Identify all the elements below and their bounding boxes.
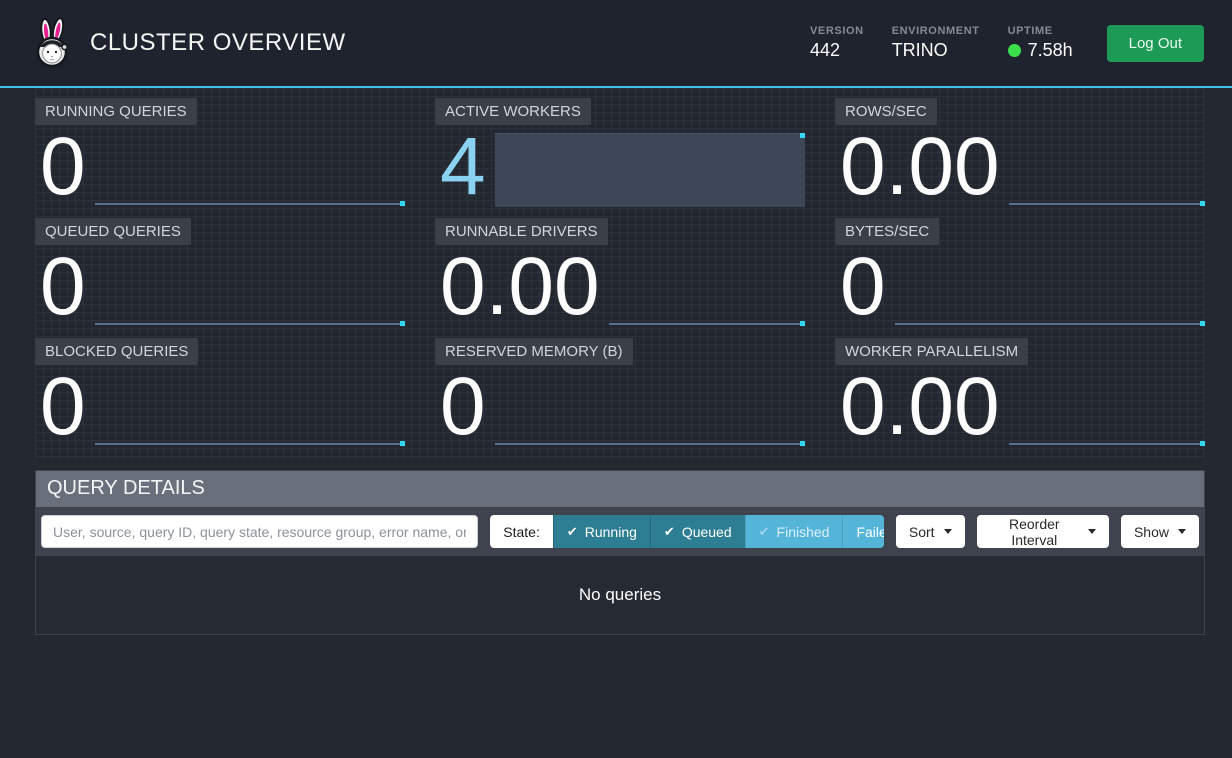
sparkline-line — [1009, 203, 1202, 205]
state-filter-finished[interactable]: ✔ Finished — [745, 515, 843, 548]
query-search-input[interactable] — [41, 515, 478, 548]
query-details-title: QUERY DETAILS — [36, 471, 1204, 507]
check-icon: ✔ — [664, 524, 675, 540]
trino-bunny-logo — [27, 17, 77, 69]
state-filter-label: State: — [490, 515, 553, 548]
uptime-status-dot-icon — [1008, 44, 1021, 57]
sparkline-line — [895, 323, 1202, 325]
show-dropdown-button[interactable]: Show — [1121, 515, 1199, 548]
metric-sparkline — [1009, 133, 1205, 207]
check-icon: ✔ — [759, 524, 770, 540]
query-list-empty-state: No queries — [36, 556, 1204, 634]
version-value: 442 — [810, 40, 864, 61]
page-title: CLUSTER OVERVIEW — [90, 29, 346, 57]
metric-value: 0 — [35, 128, 86, 207]
state-filter-group: State: ✔ Running ✔ Queued ✔ Finished Fai… — [490, 515, 884, 548]
metric-tile-rows-sec: ROWS/SEC 0.00 — [835, 98, 1205, 208]
sort-dropdown-button[interactable]: Sort — [896, 515, 965, 548]
sparkline-dot — [400, 201, 405, 206]
metric-sparkline — [95, 373, 405, 447]
metric-value: 0 — [35, 248, 86, 327]
reorder-interval-dropdown-button[interactable]: Reorder Interval — [977, 515, 1109, 548]
sparkline-line — [95, 203, 402, 205]
metric-sparkline — [609, 253, 805, 327]
state-filter-failed-dropdown[interactable]: Failed — [842, 515, 883, 548]
metric-sparkline — [95, 133, 405, 207]
caret-down-icon — [944, 529, 952, 534]
metric-value: 0.00 — [835, 128, 1000, 207]
metric-tile-bytes-sec: BYTES/SEC 0 — [835, 218, 1205, 328]
uptime-stat: UPTIME 7.58h — [1008, 25, 1073, 61]
check-icon: ✔ — [567, 524, 578, 540]
sparkline-dot — [1200, 201, 1205, 206]
metric-value: 4 — [435, 128, 486, 207]
caret-down-icon — [1088, 529, 1096, 534]
metric-value: 0 — [435, 368, 486, 447]
sparkline-dot — [800, 321, 805, 326]
uptime-value: 7.58h — [1028, 40, 1073, 61]
query-toolbar: State: ✔ Running ✔ Queued ✔ Finished Fai… — [36, 507, 1204, 556]
sparkline-line — [495, 443, 802, 445]
uptime-label: UPTIME — [1008, 25, 1073, 37]
metric-value: 0 — [35, 368, 86, 447]
version-stat: VERSION 442 — [810, 25, 864, 61]
sparkline-dot — [400, 441, 405, 446]
caret-down-icon — [1178, 529, 1186, 534]
sparkline-line — [95, 323, 402, 325]
query-details-panel: QUERY DETAILS State: ✔ Running ✔ Queued … — [35, 470, 1205, 635]
metric-sparkline — [1009, 373, 1205, 447]
header-right: VERSION 442 ENVIRONMENT TRINO UPTIME 7.5… — [810, 25, 1204, 62]
sparkline-dot — [800, 133, 805, 138]
metric-sparkline — [95, 253, 405, 327]
metric-sparkline — [495, 133, 805, 207]
cluster-metrics-grid: RUNNING QUERIES 0 ACTIVE WORKERS 4 ROWS/… — [35, 88, 1205, 462]
environment-label: ENVIRONMENT — [892, 25, 980, 37]
metric-tile-worker-parallelism: WORKER PARALLELISM 0.00 — [835, 338, 1205, 448]
state-filter-queued[interactable]: ✔ Queued — [650, 515, 745, 548]
metric-value: 0.00 — [435, 248, 600, 327]
sparkline-dot — [800, 441, 805, 446]
metric-tile-runnable-drivers: RUNNABLE DRIVERS 0.00 — [435, 218, 805, 328]
sparkline-line — [609, 323, 802, 325]
sparkline-dot — [1200, 321, 1205, 326]
metric-tile-active-workers: ACTIVE WORKERS 4 — [435, 98, 805, 208]
metric-tile-running-queries: RUNNING QUERIES 0 — [35, 98, 405, 208]
uptime-value-row: 7.58h — [1008, 40, 1073, 61]
sparkline-line — [1009, 443, 1202, 445]
metric-tile-queued-queries: QUEUED QUERIES 0 — [35, 218, 405, 328]
metric-sparkline — [895, 253, 1205, 327]
version-label: VERSION — [810, 25, 864, 37]
environment-stat: ENVIRONMENT TRINO — [892, 25, 980, 61]
metric-value: 0 — [835, 248, 886, 327]
top-header: CLUSTER OVERVIEW VERSION 442 ENVIRONMENT… — [0, 0, 1232, 88]
sparkline-dot — [1200, 441, 1205, 446]
sparkline-area-fill — [495, 133, 805, 207]
metric-tile-reserved-memory: RESERVED MEMORY (B) 0 — [435, 338, 805, 448]
metric-sparkline — [495, 373, 805, 447]
logout-button[interactable]: Log Out — [1107, 25, 1204, 62]
sparkline-line — [95, 443, 402, 445]
state-filter-running[interactable]: ✔ Running — [553, 515, 650, 548]
no-queries-message: No queries — [579, 585, 661, 605]
metric-value: 0.00 — [835, 368, 1000, 447]
sparkline-dot — [400, 321, 405, 326]
metric-tile-blocked-queries: BLOCKED QUERIES 0 — [35, 338, 405, 448]
environment-value: TRINO — [892, 40, 980, 61]
